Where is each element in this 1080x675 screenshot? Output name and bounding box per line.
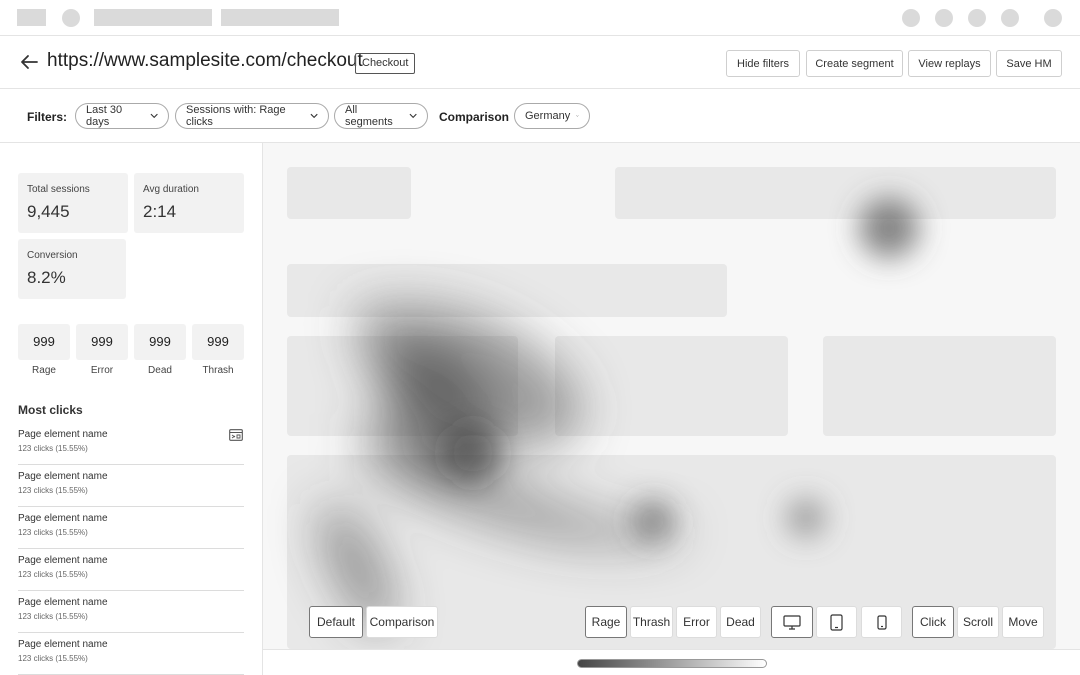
move-mode-button[interactable]: Move (1002, 606, 1044, 638)
logo-placeholder (17, 9, 46, 26)
nav-circle-placeholder (62, 9, 80, 27)
page-url: https://www.samplesite.com/checkout (47, 50, 363, 71)
element-clicks: 123 clicks (15.55%) (18, 528, 88, 537)
dead-count: 999 (134, 324, 186, 360)
element-name: Page element name (18, 471, 108, 482)
stat-label: Total sessions (27, 184, 90, 195)
error-label: Error (90, 365, 114, 376)
segments-filter-value: All segments (345, 104, 393, 128)
page-block-placeholder (287, 167, 411, 219)
scroll-mode-button[interactable]: Scroll (957, 606, 999, 638)
list-item[interactable]: Page element name 123 clicks (15.55%) (18, 549, 244, 591)
stat-label: Avg duration (143, 184, 199, 195)
list-item[interactable]: Page element name 123 clicks (15.55%) (18, 591, 244, 633)
mobile-view-button[interactable] (861, 606, 902, 638)
chevron-down-icon (150, 113, 158, 119)
view-replays-button[interactable]: View replays (908, 50, 991, 77)
page-block-placeholder (823, 336, 1056, 436)
page-header: https://www.samplesite.com/checkout Chec… (0, 36, 1080, 89)
create-segment-button[interactable]: Create segment (806, 50, 903, 77)
filter-bar: Filters: Last 30 days Sessions with: Rag… (0, 89, 1080, 143)
comparison-dropdown[interactable]: Germany (514, 103, 590, 129)
nav-action-placeholder[interactable] (935, 9, 953, 27)
element-clicks: 123 clicks (15.55%) (18, 612, 88, 621)
click-mode-button[interactable]: Click (912, 606, 954, 638)
save-hm-button[interactable]: Save HM (996, 50, 1062, 77)
nav-action-placeholder[interactable] (968, 9, 986, 27)
rage-count: 999 (18, 324, 70, 360)
page-block-placeholder (287, 336, 518, 436)
thrash-filter-button[interactable]: Thrash (630, 606, 673, 638)
arrow-left-icon[interactable] (18, 51, 40, 73)
nav-item-placeholder (221, 9, 339, 26)
date-filter-dropdown[interactable]: Last 30 days (75, 103, 169, 129)
tablet-view-button[interactable] (816, 606, 857, 638)
error-count: 999 (76, 324, 128, 360)
chevron-down-icon (409, 113, 417, 119)
sessions-filter-dropdown[interactable]: Sessions with: Rage clicks (175, 103, 329, 129)
mobile-icon (876, 614, 887, 630)
thrash-label: Thrash (202, 365, 234, 376)
nav-item-placeholder (94, 9, 212, 26)
heatmap-legend-bar (263, 649, 1080, 675)
page-block-placeholder (555, 336, 788, 436)
stat-label: Conversion (27, 250, 78, 261)
filters-label: Filters: (27, 110, 68, 124)
heat-intensity-legend (577, 659, 767, 668)
conversion-card: Conversion 8.2% (18, 239, 126, 299)
comparison-value: Germany (525, 110, 571, 122)
element-name: Page element name (18, 513, 108, 524)
dead-filter-button[interactable]: Dead (720, 606, 761, 638)
rage-filter-button[interactable]: Rage (585, 606, 627, 638)
dead-label: Dead (148, 365, 172, 376)
error-filter-button[interactable]: Error (676, 606, 717, 638)
default-view-button[interactable]: Default (309, 606, 363, 638)
element-clicks: 123 clicks (15.55%) (18, 654, 88, 663)
thrash-count: 999 (192, 324, 244, 360)
element-name: Page element name (18, 429, 108, 440)
hide-filters-button[interactable]: Hide filters (726, 50, 800, 77)
date-filter-value: Last 30 days (86, 104, 123, 128)
avatar[interactable] (1044, 9, 1062, 27)
comparison-label: Comparison (439, 110, 510, 124)
page-tag: Checkout (355, 53, 416, 74)
total-sessions-card: Total sessions 9,445 (18, 173, 128, 233)
stat-value: 2:14 (143, 202, 177, 221)
element-clicks: 123 clicks (15.55%) (18, 570, 88, 579)
rage-label: Rage (32, 365, 56, 376)
element-name: Page element name (18, 639, 108, 650)
element-clicks: 123 clicks (15.55%) (18, 486, 88, 495)
list-item[interactable]: Page element name 123 clicks (15.55%) (18, 465, 244, 507)
stats-sidebar: Total sessions 9,445 Avg duration 2:14 C… (0, 143, 263, 675)
element-name: Page element name (18, 597, 108, 608)
comparison-view-button[interactable]: Comparison (366, 606, 438, 638)
sessions-filter-value: Sessions with: Rage clicks (186, 104, 286, 128)
list-item[interactable]: Page element name 123 clicks (15.55%) (18, 423, 244, 465)
list-item[interactable]: Page element name 123 clicks (15.55%) (18, 507, 244, 549)
most-clicks-title: Most clicks (18, 403, 83, 417)
chevron-down-icon (310, 113, 318, 119)
chevron-down-icon (576, 115, 579, 117)
nav-action-placeholder[interactable] (1001, 9, 1019, 27)
nav-action-placeholder[interactable] (902, 9, 920, 27)
element-preview-icon[interactable] (229, 429, 243, 441)
page-block-placeholder (615, 167, 1056, 219)
stat-value: 8.2% (27, 268, 66, 287)
segments-filter-dropdown[interactable]: All segments (334, 103, 428, 129)
element-clicks: 123 clicks (15.55%) (18, 444, 88, 453)
desktop-view-button[interactable] (771, 606, 813, 638)
element-name: Page element name (18, 555, 108, 566)
page-block-placeholder (287, 264, 727, 317)
tablet-icon (830, 613, 843, 631)
desktop-icon (783, 614, 801, 630)
heatmap-canvas[interactable]: Default Comparison Rage Thrash Error Dea… (263, 143, 1080, 649)
top-navigation (0, 0, 1080, 36)
avg-duration-card: Avg duration 2:14 (134, 173, 244, 233)
list-item[interactable]: Page element name 123 clicks (15.55%) (18, 633, 244, 675)
stat-value: 9,445 (27, 202, 70, 221)
